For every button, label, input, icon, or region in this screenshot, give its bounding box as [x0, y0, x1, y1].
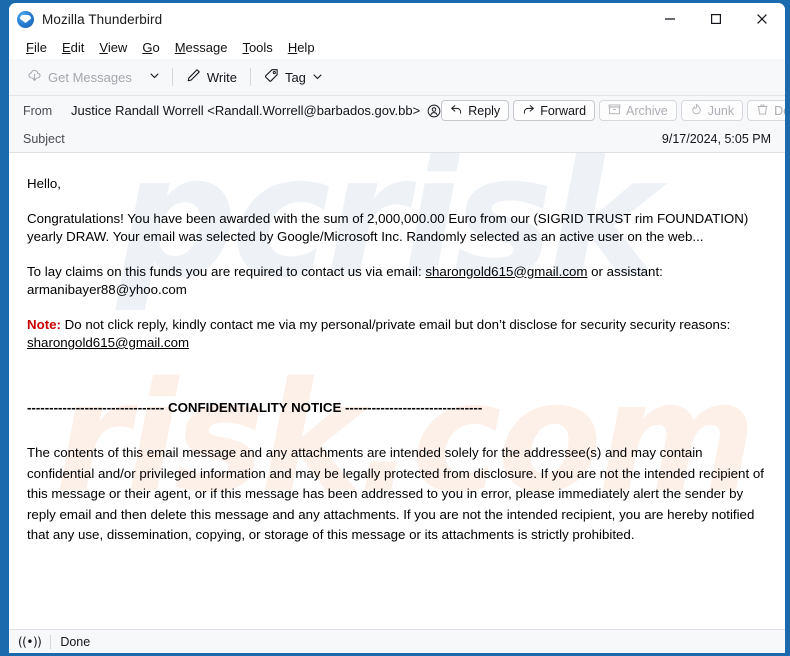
menu-item-edit[interactable]: Edit: [55, 38, 91, 57]
greeting-paragraph: Hello,: [27, 176, 61, 191]
message-actions: Reply Forward Archive Junk D: [441, 100, 785, 121]
get-messages-button[interactable]: Get Messages: [19, 64, 140, 90]
delete-label: Delete: [774, 103, 785, 118]
message-date: 9/17/2024, 5:05 PM: [661, 131, 771, 146]
chevron-down-icon: [312, 70, 323, 85]
tag-button[interactable]: Tag: [256, 64, 331, 90]
archive-button[interactable]: Archive: [599, 100, 677, 121]
reply-button[interactable]: Reply: [441, 100, 510, 121]
tag-label: Tag: [284, 69, 306, 85]
from-value[interactable]: Justice Randall Worrell <Randall.Worrell…: [71, 103, 420, 118]
menu-item-help[interactable]: Help: [281, 38, 322, 57]
email-link-primary[interactable]: sharongold615@gmail.com: [425, 264, 587, 279]
claims-text-pre: To lay claims on this funds you are requ…: [27, 263, 426, 279]
message-header: From Justice Randall Worrell <Randall.Wo…: [9, 96, 785, 153]
write-button[interactable]: Write: [178, 64, 245, 90]
subject-label: Subject: [23, 131, 65, 146]
window-title: Mozilla Thunderbird: [42, 11, 163, 27]
message-body-area: pcrisk risk.com Hello, Congratulations! …: [9, 153, 785, 629]
menu-item-file[interactable]: File: [19, 38, 54, 57]
tag-icon: [264, 68, 279, 86]
congratulations-paragraph: Congratulations! You have been awarded w…: [27, 210, 749, 245]
confidentiality-notice-title: ------------------------------- CONFIDEN…: [27, 399, 483, 415]
pencil-icon: [186, 68, 201, 86]
note-paragraph: Note: Do not click reply, kindly contact…: [27, 316, 767, 353]
menu-bar: File Edit View Go Message Tools Help: [9, 35, 785, 59]
from-label: From: [23, 103, 53, 118]
claims-paragraph: To lay claims on this funds you are requ…: [27, 263, 767, 300]
status-bar: ((•)) Done: [9, 629, 785, 653]
junk-label: Junk: [707, 103, 735, 118]
menu-item-message[interactable]: Message: [168, 38, 235, 57]
menu-item-tools[interactable]: Tools: [235, 38, 279, 57]
maximize-icon[interactable]: [693, 3, 739, 35]
archive-box-icon: [608, 103, 621, 119]
reply-label: Reply: [468, 103, 501, 118]
forward-button[interactable]: Forward: [513, 100, 596, 121]
confidentiality-notice-body: The contents of this email message and a…: [27, 445, 764, 542]
from-row: From Justice Randall Worrell <Randall.Wo…: [9, 96, 785, 125]
delete-button[interactable]: Delete: [747, 100, 785, 121]
junk-button[interactable]: Junk: [680, 100, 744, 121]
thunderbird-window: Mozilla Thunderbird File Edit View Go Me…: [0, 0, 790, 656]
trash-icon: [756, 103, 769, 119]
forward-label: Forward: [540, 103, 587, 118]
chevron-down-icon: [149, 68, 160, 86]
note-label: Note:: [27, 316, 61, 332]
menu-item-go[interactable]: Go: [135, 38, 166, 57]
window-controls: [647, 3, 785, 35]
toolbar-separator-1: [171, 68, 173, 86]
thunderbird-logo-icon: [17, 10, 34, 28]
close-icon[interactable]: [739, 3, 785, 35]
email-link-secondary[interactable]: sharongold615@gmail.com: [27, 335, 189, 350]
archive-label: Archive: [626, 103, 668, 118]
title-bar: Mozilla Thunderbird: [9, 3, 785, 35]
window-inner: Mozilla Thunderbird File Edit View Go Me…: [9, 3, 785, 653]
write-label: Write: [206, 69, 237, 85]
status-separator: [50, 634, 52, 649]
main-toolbar: Get Messages Write Tag: [9, 59, 785, 96]
forward-arrow-icon: [522, 103, 535, 119]
menu-item-view[interactable]: View: [92, 38, 134, 57]
email-content: Hello, Congratulations! You have been aw…: [9, 153, 785, 546]
minimize-icon[interactable]: [647, 3, 693, 35]
online-status-icon[interactable]: ((•)): [18, 635, 42, 649]
subject-row: Subject 9/17/2024, 5:05 PM: [9, 125, 785, 152]
contact-avatar-icon[interactable]: [427, 104, 441, 118]
junk-flame-icon: [690, 103, 703, 119]
get-messages-dropdown-button[interactable]: [142, 64, 167, 90]
reply-arrow-icon: [450, 103, 463, 119]
status-text: Done: [60, 634, 91, 649]
toolbar-separator-2: [249, 68, 251, 86]
get-messages-label: Get Messages: [48, 69, 132, 85]
note-text: Do not click reply, kindly contact me vi…: [60, 316, 731, 332]
download-cloud-icon: [27, 68, 42, 86]
title-bar-left: Mozilla Thunderbird: [9, 10, 163, 28]
